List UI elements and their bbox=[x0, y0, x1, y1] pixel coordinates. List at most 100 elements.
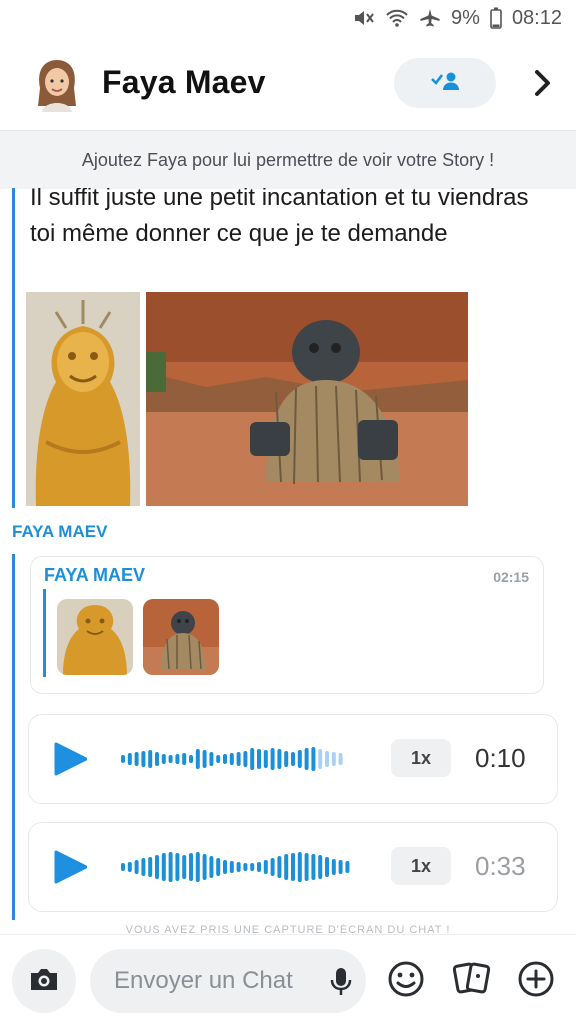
waveform-bar bbox=[325, 751, 329, 767]
waveform-bar bbox=[270, 748, 275, 770]
chevron-right-icon[interactable] bbox=[526, 66, 560, 100]
mic-icon[interactable] bbox=[328, 966, 354, 1003]
add-friend-icon bbox=[430, 69, 460, 98]
waveform-bar bbox=[311, 747, 316, 771]
waveform-bar bbox=[229, 753, 234, 765]
waveform-bar bbox=[182, 855, 187, 879]
waveform-bar bbox=[121, 863, 125, 871]
message-accent-bar-2 bbox=[12, 554, 15, 920]
waveform-bar bbox=[175, 853, 180, 881]
waveform-bar bbox=[195, 852, 200, 882]
wifi-icon bbox=[385, 8, 409, 28]
camera-button[interactable] bbox=[12, 949, 76, 1013]
waveform-bar bbox=[325, 857, 329, 877]
waveform-bar bbox=[318, 749, 323, 769]
cards-icon[interactable] bbox=[452, 959, 492, 1004]
quote-sender: FAYA MAEV bbox=[44, 565, 146, 585]
waveform-bar bbox=[243, 751, 248, 767]
waveform-bar bbox=[141, 751, 146, 767]
banner-text: Ajoutez Faya pour lui permettre de voir … bbox=[81, 149, 495, 170]
waveform-bar bbox=[216, 755, 221, 763]
waveform-bar bbox=[182, 753, 187, 765]
waveform-bar bbox=[141, 858, 146, 876]
waveform-bar bbox=[236, 862, 241, 872]
waveform[interactable] bbox=[121, 845, 361, 889]
waveform-bar bbox=[202, 750, 207, 768]
waveform-bar bbox=[155, 752, 159, 766]
waveform-bar bbox=[318, 855, 323, 879]
battery-icon bbox=[490, 7, 502, 29]
voice-note-2[interactable]: 1x 0:33 bbox=[28, 822, 558, 912]
quote-accent-bar bbox=[43, 589, 46, 677]
waveform-bar bbox=[243, 863, 248, 871]
voice-duration: 0:33 bbox=[475, 851, 526, 881]
playback-speed-button[interactable]: 1x bbox=[391, 739, 451, 777]
chat-input[interactable]: Envoyer un Chat bbox=[90, 949, 366, 1013]
waveform-bar bbox=[338, 860, 343, 874]
play-icon[interactable] bbox=[53, 850, 88, 884]
waveform-bar bbox=[263, 750, 268, 768]
waveform-bar bbox=[277, 856, 282, 878]
battery-percent: 9% bbox=[451, 6, 480, 29]
sender-label: FAYA MAEV bbox=[12, 522, 108, 541]
waveform-bar bbox=[209, 856, 214, 878]
waveform-bar bbox=[291, 752, 295, 766]
waveform-bar bbox=[148, 857, 153, 877]
waveform-bar bbox=[257, 749, 261, 769]
mute-icon bbox=[353, 8, 375, 28]
waveform-bar bbox=[161, 754, 166, 764]
waveform-bar bbox=[304, 748, 309, 770]
quote-thumbnail-statue[interactable] bbox=[57, 599, 133, 675]
waveform-bar bbox=[284, 751, 289, 767]
waveform-bar bbox=[291, 853, 295, 881]
waveform-bar bbox=[216, 858, 221, 876]
waveform-bar bbox=[304, 853, 309, 881]
waveform-bar bbox=[263, 860, 268, 874]
smiley-icon[interactable] bbox=[386, 959, 426, 1004]
waveform-bar bbox=[127, 753, 132, 765]
waveform-bar bbox=[189, 853, 193, 881]
waveform-bar bbox=[236, 752, 241, 766]
waveform-bar bbox=[270, 858, 275, 876]
quote-time: 02:15 bbox=[493, 569, 529, 585]
plus-icon[interactable] bbox=[516, 959, 556, 1004]
message-image-statue[interactable] bbox=[26, 292, 140, 506]
camera-icon bbox=[29, 966, 59, 997]
waveform-bar bbox=[168, 852, 173, 882]
waveform-bar bbox=[195, 749, 200, 769]
message-image-fetish[interactable] bbox=[146, 292, 468, 506]
waveform-bar bbox=[338, 753, 343, 765]
waveform-bar bbox=[297, 750, 302, 768]
quoted-message-card[interactable]: FAYA MAEV 02:15 bbox=[30, 556, 544, 694]
waveform-bar bbox=[284, 854, 289, 880]
waveform-bar bbox=[175, 754, 180, 764]
waveform-bar bbox=[277, 749, 282, 769]
playback-speed-button[interactable]: 1x bbox=[391, 847, 451, 885]
add-friend-banner[interactable]: Ajoutez Faya pour lui permettre de voir … bbox=[0, 130, 576, 189]
waveform-bar bbox=[121, 755, 125, 763]
waveform-bar bbox=[229, 861, 234, 873]
add-friend-button[interactable] bbox=[394, 58, 496, 108]
status-bar: 9% 08:12 bbox=[0, 0, 576, 36]
voice-note-1[interactable]: 1x 0:10 bbox=[28, 714, 558, 804]
chat-header: Faya Maev bbox=[0, 36, 576, 130]
waveform[interactable] bbox=[121, 737, 361, 781]
waveform-bar bbox=[257, 862, 261, 872]
waveform-bar bbox=[331, 859, 336, 875]
contact-name[interactable]: Faya Maev bbox=[102, 64, 266, 101]
waveform-bar bbox=[189, 755, 193, 763]
message-accent-bar bbox=[12, 188, 15, 508]
waveform-bar bbox=[134, 752, 139, 766]
waveform-bar bbox=[311, 854, 316, 880]
avatar[interactable] bbox=[34, 58, 80, 112]
message-text: Il suffit juste une petit incantation et… bbox=[30, 188, 529, 247]
waveform-bar bbox=[250, 748, 255, 770]
waveform-bar bbox=[127, 862, 132, 872]
waveform-bar bbox=[223, 754, 227, 764]
quote-thumbnail-fetish[interactable] bbox=[143, 599, 219, 675]
waveform-bar bbox=[345, 861, 350, 873]
waveform-bar bbox=[161, 853, 166, 881]
waveform-bar bbox=[168, 755, 173, 763]
play-icon[interactable] bbox=[53, 742, 88, 776]
chat-thread[interactable]: Il suffit juste une petit incantation et… bbox=[0, 188, 576, 930]
